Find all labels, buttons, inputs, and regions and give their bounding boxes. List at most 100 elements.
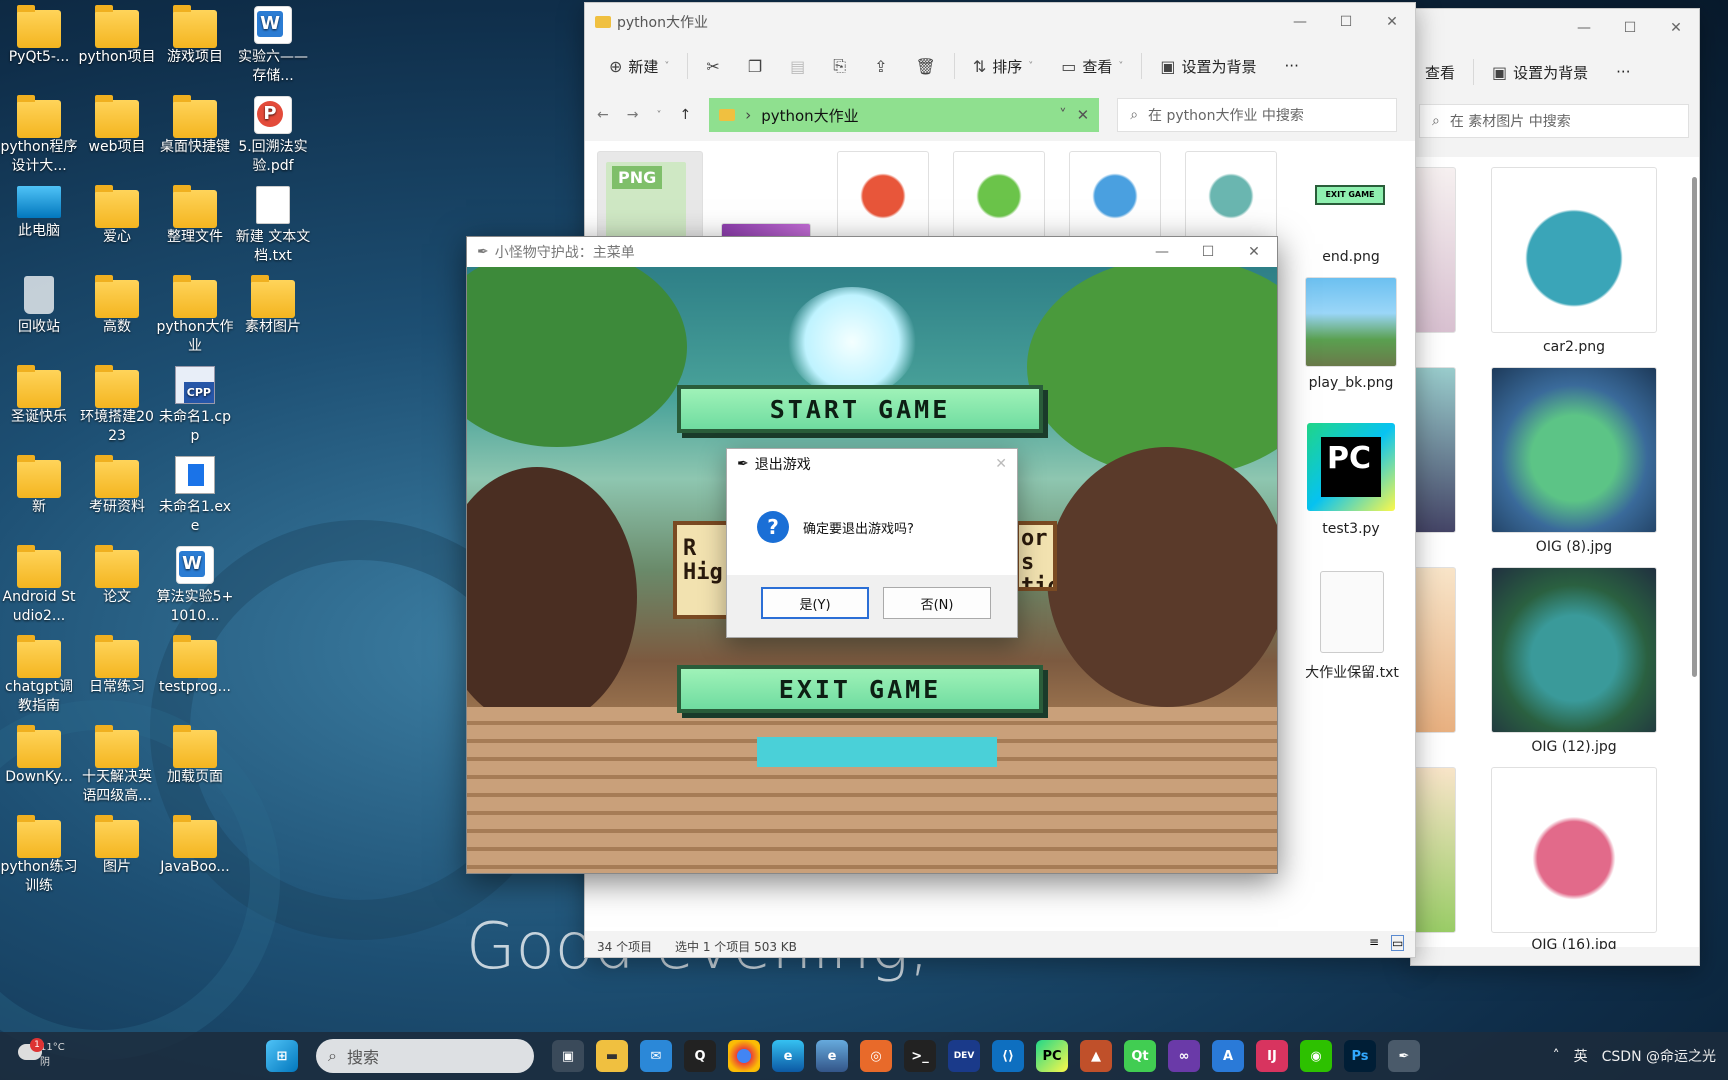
thumb-end-png[interactable]: EXIT GAME: [1305, 151, 1397, 241]
set-background-button[interactable]: ▣ 设置为背景: [1482, 55, 1598, 89]
vscode-icon[interactable]: ⟨⟩: [992, 1040, 1024, 1072]
desktop-icon[interactable]: 此电脑: [0, 186, 78, 241]
taskbar-search[interactable]: ⌕ 搜索: [316, 1039, 534, 1073]
cut-button[interactable]: ✂: [696, 49, 729, 83]
sort-button[interactable]: ⇅ 排序 ˅: [963, 49, 1043, 83]
thumb-oig8[interactable]: [1491, 367, 1657, 533]
edge-icon[interactable]: e: [772, 1040, 804, 1072]
minimize-button[interactable]: —: [1277, 14, 1323, 30]
desktop-icon[interactable]: python项目: [78, 5, 156, 67]
thumb-monster-red[interactable]: [837, 151, 929, 241]
desktop-icon[interactable]: 考研资料: [78, 455, 156, 517]
desktop-icon[interactable]: PyQt5-...: [0, 5, 78, 67]
matlab-icon[interactable]: ▲: [1080, 1040, 1112, 1072]
desktop-icon[interactable]: 回收站: [0, 276, 78, 337]
edge-dev-icon[interactable]: e: [816, 1040, 848, 1072]
desktop-icon[interactable]: 未命名1.cpp: [156, 366, 234, 446]
wechat-icon[interactable]: ◉: [1300, 1040, 1332, 1072]
thumb-partial[interactable]: [1411, 367, 1456, 533]
desktop-icon[interactable]: 素材图片: [234, 275, 312, 337]
qt-icon[interactable]: Qt: [1124, 1040, 1156, 1072]
no-button[interactable]: 否(N): [883, 587, 991, 619]
tray-chevron-icon[interactable]: ˄: [1553, 1048, 1560, 1064]
back-arrow-icon[interactable]: ←: [597, 107, 609, 123]
tiles-view-icon[interactable]: ▭: [1391, 935, 1405, 951]
close-button[interactable]: ✕: [1369, 14, 1415, 30]
desktop-icon[interactable]: DownKy...: [0, 725, 78, 787]
desktop-icon[interactable]: chatgpt调教指南: [0, 635, 78, 716]
app-store-icon[interactable]: A: [1212, 1040, 1244, 1072]
thumb-play-bk[interactable]: [1305, 277, 1397, 367]
more-button[interactable]: ···: [1606, 55, 1640, 89]
desktop-icon[interactable]: 环境搭建2023: [78, 365, 156, 446]
python-feather-icon[interactable]: ✒: [1388, 1040, 1420, 1072]
start-menu-icon[interactable]: ⊞: [266, 1040, 298, 1072]
desktop-icon[interactable]: 桌面快捷键: [156, 95, 234, 157]
details-view-icon[interactable]: ≡: [1369, 935, 1379, 949]
thumb-partial[interactable]: [1411, 167, 1456, 333]
start-game-button[interactable]: START GAME: [677, 385, 1043, 433]
close-button[interactable]: ✕: [1653, 20, 1699, 36]
thumb-partial[interactable]: [1411, 767, 1456, 933]
maximize-button[interactable]: ☐: [1323, 14, 1369, 30]
minimize-button[interactable]: —: [1139, 244, 1185, 260]
chevron-down-icon[interactable]: ˅: [656, 110, 661, 121]
devcpp-icon[interactable]: DEV: [948, 1040, 980, 1072]
close-icon[interactable]: ✕: [995, 456, 1007, 472]
task-view-icon[interactable]: ▣: [552, 1040, 584, 1072]
desktop-icon[interactable]: 整理文件: [156, 185, 234, 247]
explorer-window-materials[interactable]: — ☐ ✕ 查看 ▣ 设置为背景 ··· ⌕ 在 素材图片 中搜索 car2.png…: [1410, 8, 1700, 966]
rename-button[interactable]: ⎘: [823, 49, 856, 83]
yes-button[interactable]: 是(Y): [761, 587, 869, 619]
desktop-icon[interactable]: 实验六——存储...: [234, 6, 312, 86]
desktop-icon[interactable]: 算法实验5+1010...: [156, 546, 234, 626]
desktop-icon[interactable]: Android Studio2...: [0, 545, 78, 626]
ime-indicator[interactable]: 英: [1574, 1046, 1588, 1066]
pycharm-taskbar-icon[interactable]: PC: [1036, 1040, 1068, 1072]
app-orange-icon[interactable]: ◎: [860, 1040, 892, 1072]
view-button[interactable]: ▭ 查看 ˅: [1051, 49, 1133, 83]
thumb-png-file[interactable]: PNG: [597, 151, 703, 241]
maximize-button[interactable]: ☐: [1607, 20, 1653, 36]
visual-studio-icon[interactable]: ∞: [1168, 1040, 1200, 1072]
desktop-icon[interactable]: 图片: [78, 815, 156, 877]
desktop-icon[interactable]: python大作业: [156, 275, 234, 356]
desktop-icon[interactable]: JavaBoo...: [156, 815, 234, 877]
clear-icon[interactable]: ✕: [1077, 106, 1090, 124]
desktop-icon[interactable]: 5.回溯法实验.pdf: [234, 96, 312, 176]
txt-file-icon[interactable]: [1320, 571, 1384, 653]
exit-confirm-dialog[interactable]: ✒ 退出游戏 ✕ ? 确定要退出游戏吗? 是(Y) 否(N): [726, 448, 1018, 638]
idea-icon[interactable]: IJ: [1256, 1040, 1288, 1072]
instructions-button[interactable]: or s tion: [1015, 521, 1057, 591]
desktop-icon[interactable]: 日常练习: [78, 635, 156, 697]
search-input[interactable]: ⌕ 在 素材图片 中搜索: [1419, 104, 1689, 138]
mail-icon[interactable]: ✉: [640, 1040, 672, 1072]
terminal-icon[interactable]: >_: [904, 1040, 936, 1072]
delete-button[interactable]: 🗑: [906, 49, 946, 83]
chevron-down-icon[interactable]: ˅: [1059, 106, 1067, 124]
desktop-icon[interactable]: 游戏项目: [156, 5, 234, 67]
desktop-icon[interactable]: 未命名1.exe: [156, 456, 234, 536]
file-explorer-icon[interactable]: ▬: [596, 1040, 628, 1072]
new-button[interactable]: ⊕ 新建 ˅: [599, 49, 679, 83]
desktop-icon[interactable]: testprog...: [156, 635, 234, 697]
forward-arrow-icon[interactable]: →: [627, 107, 639, 123]
desktop-icon[interactable]: 加载页面: [156, 725, 234, 787]
thumb-monster-blue[interactable]: [1069, 151, 1161, 241]
desktop-icon[interactable]: 新: [0, 455, 78, 517]
desktop-icon[interactable]: 爱心: [78, 185, 156, 247]
up-arrow-icon[interactable]: ↑: [679, 107, 691, 123]
paste-button[interactable]: ▤: [780, 49, 815, 83]
desktop-icon[interactable]: python程序设计大...: [0, 95, 78, 176]
thumb-oig12[interactable]: [1491, 567, 1657, 733]
view-button[interactable]: 查看: [1415, 55, 1465, 89]
desktop-icon[interactable]: 论文: [78, 545, 156, 607]
share-button[interactable]: ⇪: [864, 49, 897, 83]
address-bar[interactable]: › python大作业 ˅ ✕: [709, 98, 1100, 132]
thumb-car2[interactable]: [1491, 167, 1657, 333]
thumb-monster-teal[interactable]: [1185, 151, 1277, 241]
desktop-icon[interactable]: 高数: [78, 275, 156, 337]
minimize-button[interactable]: —: [1561, 20, 1607, 36]
thumb-monster-green[interactable]: [953, 151, 1045, 241]
qq-icon[interactable]: Q: [684, 1040, 716, 1072]
